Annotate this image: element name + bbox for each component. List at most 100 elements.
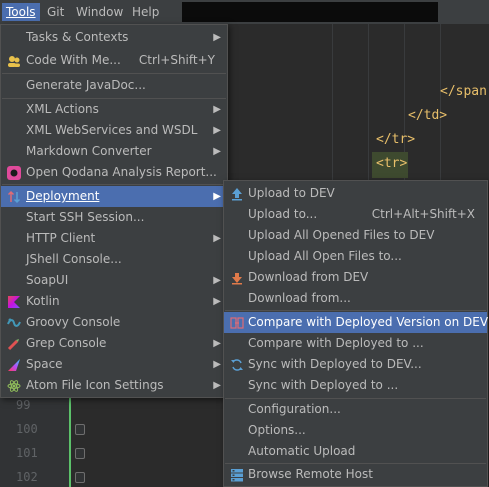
- menu-item-label: XML Actions: [26, 102, 99, 116]
- menu-item-automatic-upload[interactable]: Automatic Upload: [224, 441, 487, 462]
- menu-item-qodana-report[interactable]: Open Qodana Analysis Report...: [1, 162, 227, 183]
- chevron-right-icon: ▶: [213, 146, 221, 157]
- sync-icon: [231, 359, 243, 371]
- chevron-right-icon: ▶: [213, 104, 221, 115]
- menu-item-compare-deployed-dev[interactable]: Compare with Deployed Version on DEV: [224, 312, 489, 333]
- menu-item-label: Browse Remote Host: [248, 467, 373, 481]
- menu-item-label: XML WebServices and WSDL: [26, 123, 198, 137]
- line-number: 102: [16, 470, 38, 484]
- shortcut-label: Ctrl+Shift+Y: [138, 53, 215, 67]
- menu-help[interactable]: Help: [128, 3, 163, 21]
- menu-item-download-from[interactable]: Download from...: [224, 288, 487, 309]
- chevron-right-icon: ▶: [213, 359, 221, 370]
- menu-item-label: Upload to DEV: [248, 186, 335, 200]
- line-number: 101: [16, 446, 38, 460]
- menu-separator: [225, 310, 486, 311]
- fold-icon[interactable]: [75, 472, 85, 483]
- menu-item-label: Markdown Converter: [26, 144, 152, 158]
- space-icon: [8, 359, 20, 371]
- menu-item-groovy-console[interactable]: Groovy Console: [1, 312, 227, 333]
- menu-item-upload-to[interactable]: Upload to... Ctrl+Alt+Shift+X: [224, 204, 487, 225]
- menu-item-atom-file-icon-settings[interactable]: Atom File Icon Settings ▶: [1, 375, 227, 396]
- kotlin-icon: [8, 296, 20, 308]
- chevron-right-icon: ▶: [213, 380, 221, 391]
- menu-item-label: Start SSH Session...: [26, 210, 145, 224]
- code-line: </tr>: [376, 132, 416, 147]
- menu-item-soapui[interactable]: SoapUI ▶: [1, 270, 227, 291]
- chevron-right-icon: ▶: [213, 32, 221, 43]
- shortcut-label: Ctrl+Alt+Shift+X: [371, 207, 475, 221]
- menu-item-space[interactable]: Space ▶: [1, 354, 227, 375]
- menu-git[interactable]: Git: [43, 3, 68, 21]
- menu-item-label: Automatic Upload: [248, 444, 356, 458]
- menu-item-label: Compare with Deployed to ...: [248, 336, 424, 350]
- menu-item-xml-webservices[interactable]: XML WebServices and WSDL ▶: [1, 120, 227, 141]
- menu-item-label: Deployment: [26, 189, 100, 203]
- chevron-right-icon: ▶: [213, 191, 221, 202]
- menu-item-sync-deployed-to[interactable]: Sync with Deployed to ...: [224, 375, 487, 396]
- code-line: </span: [440, 84, 487, 99]
- menu-item-label: Generate JavaDoc...: [26, 78, 146, 92]
- menu-item-jshell-console[interactable]: JShell Console...: [1, 249, 227, 270]
- code-line: </td>: [408, 108, 448, 123]
- menu-tools-label: Tools: [6, 5, 36, 19]
- menu-item-code-with-me[interactable]: Code With Me... Ctrl+Shift+Y: [1, 50, 227, 71]
- menu-item-label: Configuration...: [248, 402, 341, 416]
- menu-item-label: Space: [26, 357, 63, 371]
- menu-separator: [2, 184, 226, 185]
- menu-item-compare-deployed-to[interactable]: Compare with Deployed to ...: [224, 333, 487, 354]
- menu-item-label: Upload All Open Files to...: [248, 249, 402, 263]
- chevron-right-icon: ▶: [213, 233, 221, 244]
- menu-item-upload-to-dev[interactable]: Upload to DEV: [224, 183, 487, 204]
- menu-window[interactable]: Window: [72, 3, 127, 21]
- chevron-right-icon: ▶: [213, 338, 221, 349]
- menu-item-label: Upload All Opened Files to DEV: [248, 228, 435, 242]
- menu-item-http-client[interactable]: HTTP Client ▶: [1, 228, 227, 249]
- menu-window-label: Window: [76, 5, 124, 19]
- atom-icon: [7, 380, 21, 392]
- menu-git-label: Git: [47, 5, 65, 19]
- code-line: <tr>: [376, 156, 408, 171]
- menu-item-grep-console[interactable]: Grep Console ▶: [1, 333, 227, 354]
- upload-icon: [232, 188, 242, 201]
- menu-item-label: Compare with Deployed Version on DEV: [248, 315, 489, 329]
- menu-item-markdown-converter[interactable]: Markdown Converter ▶: [1, 141, 227, 162]
- tools-menu: Tasks & Contexts ▶ Code With Me... Ctrl+…: [0, 24, 228, 398]
- menu-item-generate-javadoc[interactable]: Generate JavaDoc...: [1, 75, 227, 96]
- chevron-right-icon: ▶: [213, 275, 221, 286]
- menu-item-deployment[interactable]: Deployment ▶: [1, 186, 227, 207]
- menu-item-sync-deployed-dev[interactable]: Sync with Deployed to DEV...: [224, 354, 487, 375]
- menu-item-label: Groovy Console: [26, 315, 121, 329]
- line-number: 100: [16, 422, 38, 436]
- qodana-icon: [7, 166, 21, 180]
- menu-item-label: Sync with Deployed to ...: [248, 378, 399, 392]
- deployment-submenu: Upload to DEV Upload to... Ctrl+Alt+Shif…: [223, 180, 488, 487]
- menu-item-upload-all-open-to[interactable]: Upload All Open Files to...: [224, 246, 487, 267]
- menu-item-kotlin[interactable]: Kotlin ▶: [1, 291, 227, 312]
- menu-item-tasks-contexts[interactable]: Tasks & Contexts ▶: [1, 27, 227, 48]
- menu-item-xml-actions[interactable]: XML Actions ▶: [1, 99, 227, 120]
- remote-host-icon: [231, 469, 243, 482]
- menu-item-options[interactable]: Options...: [224, 420, 487, 441]
- chevron-right-icon: ▶: [213, 296, 221, 307]
- menu-item-start-ssh[interactable]: Start SSH Session...: [1, 207, 227, 228]
- fold-icon[interactable]: [75, 448, 85, 459]
- fold-icon[interactable]: [75, 424, 85, 435]
- menu-item-label: Tasks & Contexts: [26, 30, 129, 44]
- menu-item-label: JShell Console...: [26, 252, 122, 266]
- change-marker: [69, 395, 71, 487]
- menu-item-label: Kotlin: [26, 294, 60, 308]
- menu-item-label: Open Qodana Analysis Report...: [26, 165, 217, 179]
- menu-item-label: SoapUI: [26, 273, 69, 287]
- menu-item-configuration[interactable]: Configuration...: [224, 399, 487, 420]
- menu-item-browse-remote-host[interactable]: Browse Remote Host: [224, 464, 487, 485]
- menu-item-label: Upload to...: [248, 207, 318, 221]
- download-icon: [232, 273, 242, 285]
- menu-item-upload-all-opened-dev[interactable]: Upload All Opened Files to DEV: [224, 225, 487, 246]
- grep-console-icon: [7, 339, 19, 351]
- compare-icon: [230, 317, 244, 329]
- menu-tools[interactable]: Tools: [2, 3, 40, 21]
- chevron-right-icon: ▶: [213, 125, 221, 136]
- menu-bar: Tools Git Window Help: [0, 0, 489, 25]
- menu-item-download-from-dev[interactable]: Download from DEV: [224, 267, 487, 288]
